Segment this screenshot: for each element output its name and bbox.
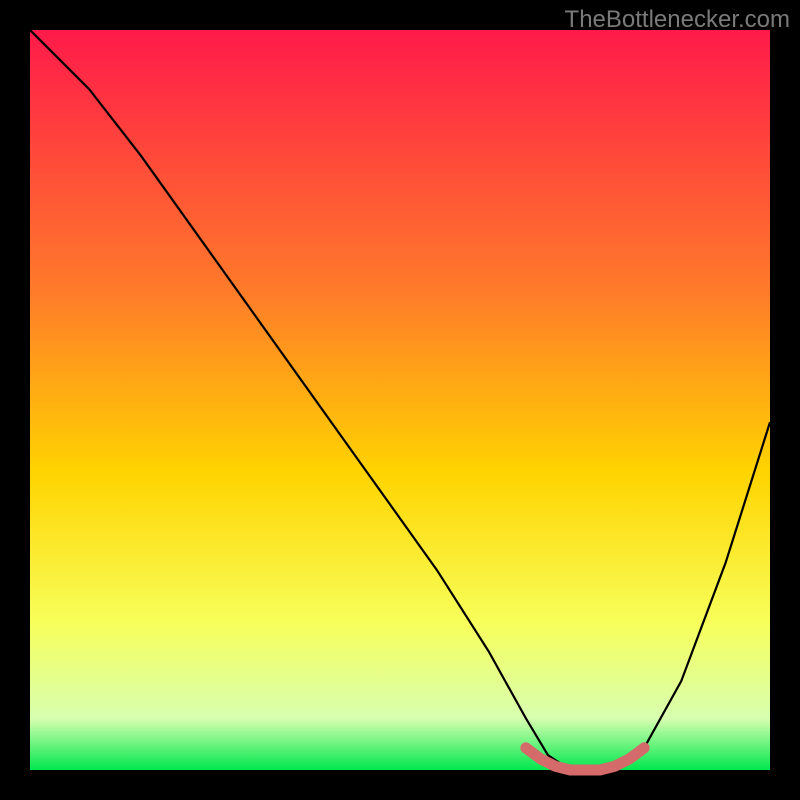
chart-container: TheBottlenecker.com	[0, 0, 800, 800]
gradient-background	[30, 30, 770, 770]
watermark-text: TheBottlenecker.com	[565, 6, 790, 34]
bottleneck-chart	[0, 0, 800, 800]
